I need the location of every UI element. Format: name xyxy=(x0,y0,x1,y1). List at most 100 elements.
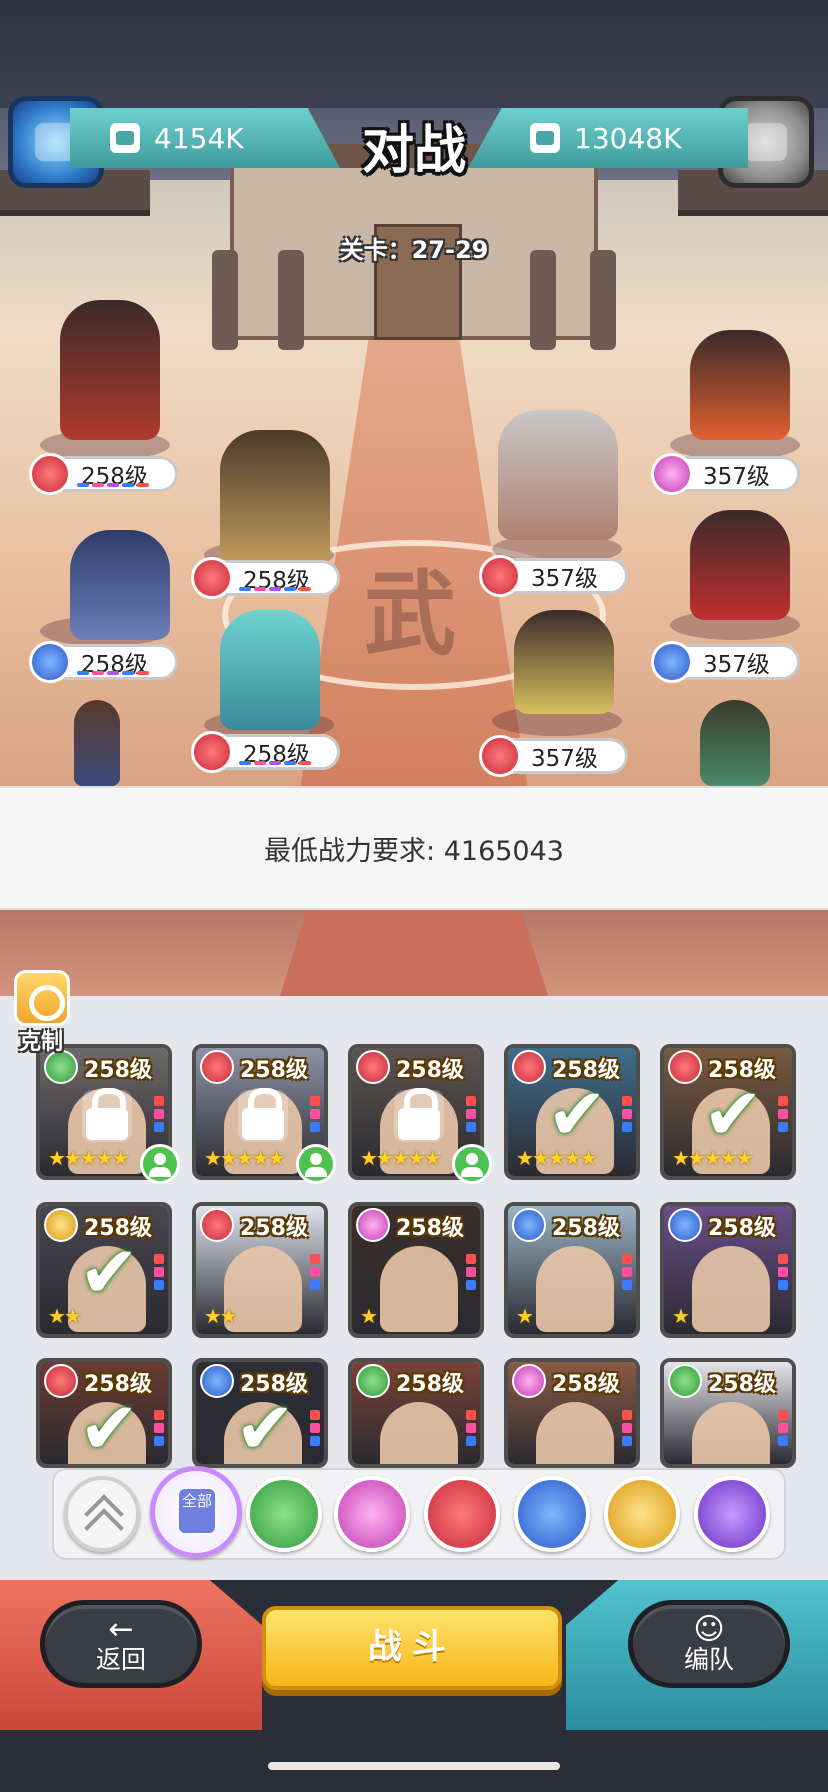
star-rating: ★ xyxy=(516,1304,534,1328)
lock-icon xyxy=(394,1088,444,1142)
star-rating: ★ xyxy=(360,1304,378,1328)
filter-all-button[interactable]: 全部 xyxy=(150,1466,242,1558)
hero-card-level: 258级 xyxy=(708,1216,776,1241)
rank-pips xyxy=(239,587,311,591)
hero-card[interactable]: 258级 ★★ xyxy=(192,1202,328,1338)
hero-card[interactable]: 258级 ✔ xyxy=(192,1358,328,1468)
power-requirement: 最低战力要求: 4165043 xyxy=(0,786,828,910)
hero-card[interactable]: 258级 xyxy=(660,1358,796,1468)
star-rating: ★ xyxy=(672,1304,690,1328)
hero-card[interactable]: 258级 ✔ xyxy=(36,1358,172,1468)
rank-tier-marks xyxy=(622,1096,632,1132)
hero-card[interactable]: 258级 xyxy=(348,1358,484,1468)
stone-pillar xyxy=(590,250,616,350)
battle-title: 对战 xyxy=(361,121,466,181)
rank-tier-marks xyxy=(466,1096,476,1132)
hero-level-text: 357级 xyxy=(531,566,598,592)
hero-card-level: 258级 xyxy=(396,1216,464,1241)
rank-pips xyxy=(77,671,149,675)
rank-tier-marks xyxy=(154,1254,164,1290)
selected-check-icon: ✔ xyxy=(702,1072,764,1156)
hero-face xyxy=(380,1246,458,1332)
rank-tier-marks xyxy=(778,1254,788,1290)
counter-button[interactable]: 克制 xyxy=(10,970,72,1055)
arena-floor-strip xyxy=(0,910,828,996)
hero-card[interactable]: 258级 ★★★★★ ✔ xyxy=(660,1044,796,1180)
hero-card[interactable]: 258级 xyxy=(504,1358,640,1468)
filter-blue-faction-icon[interactable] xyxy=(514,1476,590,1552)
rank-tier-marks xyxy=(466,1410,476,1446)
hero-level-badge: 357级 xyxy=(651,641,800,683)
selected-check-icon: ✔ xyxy=(78,1230,140,1314)
filter-gold-faction-icon[interactable] xyxy=(604,1476,680,1552)
hero-card[interactable]: 258级 ★★★★★ ✔ xyxy=(504,1044,640,1180)
wu-floor-emblem: 武 xyxy=(363,561,456,668)
hero-sprite xyxy=(220,610,320,730)
hero-level-badge: 258级 xyxy=(29,453,178,495)
team-people-icon: ☺ xyxy=(693,1612,725,1647)
hero-card[interactable]: 258级 ★ xyxy=(660,1202,796,1338)
hero-card-level: 258级 xyxy=(708,1372,776,1397)
rank-tier-marks xyxy=(310,1096,320,1132)
fight-button[interactable]: 战斗 xyxy=(262,1606,562,1690)
faction-icon xyxy=(479,555,521,597)
hero-card-level: 258级 xyxy=(240,1058,308,1083)
header-backdrop xyxy=(0,0,828,108)
hero-sprite xyxy=(514,610,614,714)
rank-tier-marks xyxy=(310,1410,320,1446)
player-power-value: 4154K xyxy=(154,121,244,155)
hero-card[interactable]: 258级 ★ xyxy=(504,1202,640,1338)
star-rating: ★★ xyxy=(204,1304,238,1328)
lock-icon xyxy=(238,1088,288,1142)
hero-sprite xyxy=(498,410,618,540)
hero-card-level: 258级 xyxy=(396,1372,464,1397)
rank-tier-marks xyxy=(778,1096,788,1132)
rank-tier-marks xyxy=(622,1254,632,1290)
star-rating: ★★★★★ xyxy=(48,1146,130,1170)
stone-pillar xyxy=(278,250,304,350)
filter-pink-faction-icon[interactable] xyxy=(334,1476,410,1552)
star-rating: ★★★★★ xyxy=(360,1146,442,1170)
hero-level-badge: 258级 xyxy=(191,557,340,599)
fist-icon xyxy=(530,123,560,153)
rank-tier-marks xyxy=(622,1410,632,1446)
rank-tier-marks xyxy=(778,1410,788,1446)
faction-icon xyxy=(29,641,71,683)
player-power-bar: 4154K xyxy=(70,108,340,168)
faction-icon xyxy=(651,641,693,683)
rank-tier-marks xyxy=(154,1410,164,1446)
filter-all-label: 全部 xyxy=(179,1489,215,1533)
hero-card-level: 258级 xyxy=(240,1216,308,1241)
filter-purple-faction-icon[interactable] xyxy=(694,1476,770,1552)
faction-icon xyxy=(479,735,521,777)
filter-red-faction-icon[interactable] xyxy=(424,1476,500,1552)
rank-tier-marks xyxy=(466,1254,476,1290)
hero-sprite xyxy=(690,330,790,440)
counter-icon xyxy=(14,970,70,1026)
rank-tier-marks xyxy=(154,1096,164,1132)
support-sprite xyxy=(74,700,120,786)
hero-level-text: 357级 xyxy=(703,652,770,678)
stone-pillar xyxy=(212,250,238,350)
faction-icon xyxy=(191,557,233,599)
filter-green-faction-icon[interactable] xyxy=(246,1476,322,1552)
back-label: 返回 xyxy=(95,1645,146,1674)
hero-card[interactable]: 258级 ★★ ✔ xyxy=(36,1202,172,1338)
hero-card[interactable]: 258级 ★ xyxy=(348,1202,484,1338)
hero-level-badge: 357级 xyxy=(479,735,628,777)
back-button[interactable]: ← 返回 xyxy=(40,1600,202,1688)
stage-label: 关卡：27-29 xyxy=(339,236,489,264)
team-button[interactable]: ☺ 编队 xyxy=(628,1600,790,1688)
friend-assist-icon xyxy=(452,1144,492,1184)
collapse-up-icon[interactable] xyxy=(64,1476,140,1552)
battle-scene: 武 4154K 13048K 对战 关卡：27-29 258级 258级 258… xyxy=(0,0,828,786)
hero-card-level: 258级 xyxy=(552,1216,620,1241)
hero-card-level: 258级 xyxy=(552,1372,620,1397)
selected-check-icon: ✔ xyxy=(78,1386,140,1468)
stone-pillar xyxy=(530,250,556,350)
hero-sprite xyxy=(60,300,160,440)
back-arrow-icon: ← xyxy=(108,1612,134,1647)
hero-level-badge: 258级 xyxy=(191,731,340,773)
support-sprite xyxy=(700,700,770,786)
faction-icon xyxy=(651,453,693,495)
